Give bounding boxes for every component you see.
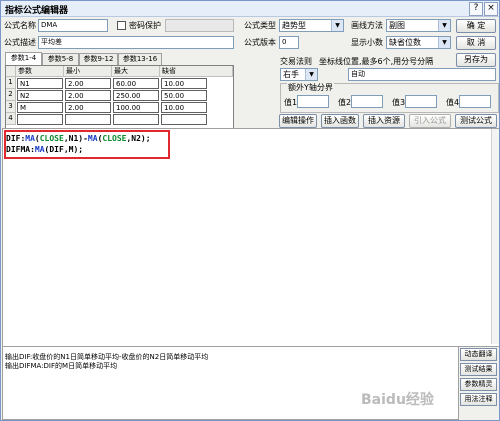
insert-resource-button[interactable]: 插入资源 xyxy=(363,114,405,128)
param-name-cell[interactable]: M xyxy=(17,102,63,113)
formula-editor-window: 指标公式编辑器 ? × 公式名称 DMA 密码保护 公式类型 趋势型 ▼ 画线方法… xyxy=(0,0,500,421)
param-max-cell[interactable]: 60.00 xyxy=(113,78,159,89)
formula-type-select[interactable]: 趋势型 ▼ xyxy=(279,19,344,32)
axis-value-label: 值2 xyxy=(338,98,352,107)
axis-value-1-input[interactable] xyxy=(297,95,329,108)
test-result-button[interactable]: 测试结果 xyxy=(460,363,497,376)
column-header: 最小 xyxy=(64,66,112,77)
param-max-cell[interactable] xyxy=(113,114,159,125)
chevron-down-icon: ▼ xyxy=(438,37,450,48)
param-default-cell[interactable]: 10.00 xyxy=(161,78,207,89)
tab-params-5-8[interactable]: 参数5-8 xyxy=(42,53,79,65)
param-name-cell[interactable] xyxy=(17,114,63,125)
param-min-cell[interactable]: 2.00 xyxy=(65,102,111,113)
param-min-cell[interactable] xyxy=(65,114,111,125)
decimals-label: 显示小数 xyxy=(351,38,383,47)
trade-rule-select[interactable]: 右手 ▼ xyxy=(280,68,318,81)
formula-type-value: 趋势型 xyxy=(282,21,306,30)
tab-params-13-16[interactable]: 参数13-16 xyxy=(118,53,162,65)
title-bar: 指标公式编辑器 ? × xyxy=(1,1,499,17)
formula-desc-input[interactable]: 平均差 xyxy=(38,36,234,49)
param-default-cell[interactable] xyxy=(161,114,207,125)
axis-value-2-input[interactable] xyxy=(351,95,383,108)
draw-method-value: 副图 xyxy=(389,21,405,30)
formula-version-input[interactable]: 0 xyxy=(279,36,299,49)
extra-y-axis-label: 额外Y轴分界 xyxy=(287,82,334,93)
help-icon[interactable]: ? xyxy=(469,2,483,16)
axis-value-4-input[interactable] xyxy=(459,95,491,108)
param-default-cell[interactable]: 50.00 xyxy=(161,90,207,101)
column-header: 参数 xyxy=(16,66,64,77)
test-formula-button[interactable]: 测试公式 xyxy=(455,114,497,128)
trade-rule-label: 交易法则 xyxy=(280,57,312,66)
table-corner xyxy=(6,66,16,77)
param-name-cell[interactable]: N1 xyxy=(17,78,63,89)
param-max-cell[interactable]: 100.00 xyxy=(113,102,159,113)
highlight-annotation-box xyxy=(4,130,170,159)
chevron-down-icon: ▼ xyxy=(331,20,343,31)
tab-params-9-12[interactable]: 参数9-12 xyxy=(79,53,118,65)
editor-scrollbar[interactable] xyxy=(491,129,499,344)
edit-ops-button[interactable]: 编辑操作 xyxy=(279,114,317,128)
axis-value-label: 值1 xyxy=(284,98,298,107)
insert-function-button[interactable]: 插入函数 xyxy=(321,114,359,128)
chevron-down-icon: ▼ xyxy=(438,20,450,31)
param-min-cell[interactable]: 2.00 xyxy=(65,90,111,101)
axis-value-3-input[interactable] xyxy=(405,95,437,108)
param-table: 参数 最小 最大 缺省 1 N1 2.00 60.00 10.00 2 N2 2… xyxy=(5,65,234,129)
coord-line-label: 坐标线位置,最多6个,用分号分隔 xyxy=(319,57,434,66)
close-icon[interactable]: × xyxy=(484,2,498,16)
cancel-button[interactable]: 取 消 xyxy=(456,36,496,50)
import-formula-button[interactable]: 引入公式 xyxy=(409,114,451,128)
param-min-cell[interactable]: 2.00 xyxy=(65,78,111,89)
coord-line-input[interactable]: 自动 xyxy=(348,68,496,81)
draw-method-select[interactable]: 副图 ▼ xyxy=(386,19,451,32)
watermark: Baidu经验 xyxy=(361,392,434,408)
password-input[interactable] xyxy=(165,19,234,32)
decimals-value: 缺省位数 xyxy=(389,38,421,47)
axis-value-label: 值3 xyxy=(392,98,406,107)
formula-desc-label: 公式描述 xyxy=(4,38,36,47)
row-index: 1 xyxy=(6,77,16,89)
tab-params-1-4[interactable]: 参数1-4 xyxy=(5,52,42,65)
draw-method-label: 画线方法 xyxy=(351,21,383,30)
param-name-cell[interactable]: N2 xyxy=(17,90,63,101)
ok-button[interactable]: 确 定 xyxy=(456,19,496,33)
formula-name-input[interactable]: DMA xyxy=(38,19,108,32)
password-label: 密码保护 xyxy=(129,21,161,30)
save-as-button[interactable]: 另存为 xyxy=(456,53,496,67)
formula-type-label: 公式类型 xyxy=(244,21,276,30)
code-editor[interactable]: DIF:MA(CLOSE,N1)-MA(CLOSE,N2); DIFMA:MA(… xyxy=(2,128,499,347)
password-checkbox[interactable] xyxy=(117,21,126,30)
column-header: 最大 xyxy=(112,66,160,77)
param-max-cell[interactable]: 250.00 xyxy=(113,90,159,101)
axis-value-label: 值4 xyxy=(446,98,460,107)
chevron-down-icon: ▼ xyxy=(305,69,317,80)
window-title: 指标公式编辑器 xyxy=(5,6,69,16)
column-header: 缺省 xyxy=(160,66,233,77)
decimals-select[interactable]: 缺省位数 ▼ xyxy=(386,36,451,49)
trade-rule-value: 右手 xyxy=(283,70,299,79)
row-index: 4 xyxy=(6,113,16,125)
param-default-cell[interactable]: 10.00 xyxy=(161,102,207,113)
row-index: 3 xyxy=(6,101,16,113)
output-line: 输出DIFMA:DIF的M日简单移动平均 xyxy=(5,362,118,370)
formula-version-label: 公式版本 xyxy=(244,38,276,47)
row-index: 2 xyxy=(6,89,16,101)
formula-name-label: 公式名称 xyxy=(4,21,36,30)
dynamic-translate-button[interactable]: 动态翻译 xyxy=(460,348,497,361)
